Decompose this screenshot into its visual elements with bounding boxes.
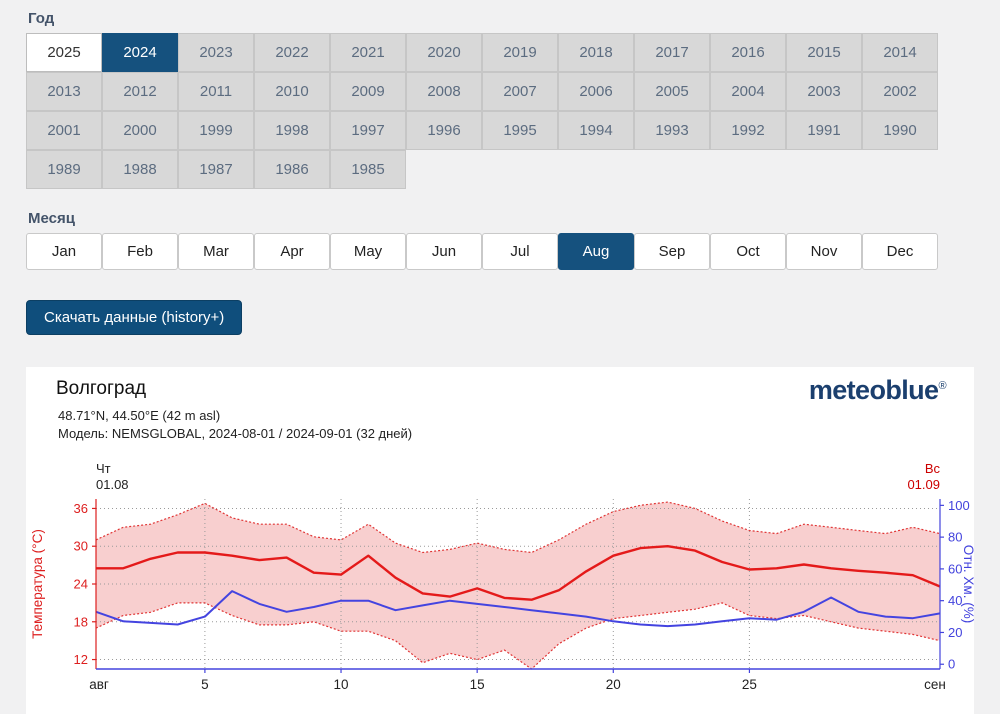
month-button-mar[interactable]: Mar <box>178 233 254 270</box>
chart-coordinates: 48.71°N, 44.50°E (42 m asl) <box>58 408 221 423</box>
month-button-feb[interactable]: Feb <box>102 233 178 270</box>
chart-model-info: Модель: NEMSGLOBAL, 2024-08-01 / 2024-09… <box>58 426 413 441</box>
year-button-1987[interactable]: 1987 <box>178 150 254 189</box>
year-button-2007[interactable]: 2007 <box>482 72 558 111</box>
month-picker-label: Месяц <box>28 210 75 227</box>
year-button-1996[interactable]: 1996 <box>406 111 482 150</box>
year-button-1986[interactable]: 1986 <box>254 150 330 189</box>
meteoblue-wordmark: meteoblue <box>808 375 939 405</box>
year-button-2005[interactable]: 2005 <box>634 72 710 111</box>
year-button-2013[interactable]: 2013 <box>26 72 102 111</box>
year-button-2025[interactable]: 2025 <box>26 33 102 72</box>
page: Год 2025 2024 2023 2022 2021 2020 2019 2018 2017… <box>0 0 1000 714</box>
right-tick-label: 40 <box>948 593 962 608</box>
left-tick-label: 30 <box>74 539 88 554</box>
year-grid: 2025 2024 2023 2022 2021 2020 2019 2018 2017 2016… <box>26 33 939 189</box>
year-button-2022[interactable]: 2022 <box>254 33 330 72</box>
download-data-button[interactable]: Скачать данные (history+) <box>26 300 243 335</box>
year-button-2002[interactable]: 2002 <box>862 72 938 111</box>
meteoblue-logo: meteoblue® <box>808 375 947 406</box>
year-button-1990[interactable]: 1990 <box>862 111 938 150</box>
left-tick-label: 18 <box>74 614 88 629</box>
chart-card: Волгоград 48.71°N, 44.50°E (42 m asl) Мо… <box>26 367 974 714</box>
year-button-1991[interactable]: 1991 <box>786 111 862 150</box>
right-axis-title: Отн. Хм. (%) <box>961 545 974 623</box>
right-tick-label: 100 <box>948 498 970 513</box>
left-tick-label: 36 <box>74 501 88 516</box>
chart-location-title: Волгоград <box>56 378 147 399</box>
temperature-range-band <box>96 502 940 669</box>
year-button-2003[interactable]: 2003 <box>786 72 862 111</box>
year-button-1995[interactable]: 1995 <box>482 111 558 150</box>
year-button-2011[interactable]: 2011 <box>178 72 254 111</box>
month-button-dec[interactable]: Dec <box>862 233 938 270</box>
x-tick-label: 20 <box>606 677 621 692</box>
year-button-2000[interactable]: 2000 <box>102 111 178 150</box>
month-button-jan[interactable]: Jan <box>26 233 102 270</box>
year-button-2017[interactable]: 2017 <box>634 33 710 72</box>
year-button-2024[interactable]: 2024 <box>102 33 178 72</box>
history-weather-chart: 12182430360204060801005 10 15 20 25авг сенЧт0… <box>30 461 974 692</box>
year-button-2015[interactable]: 2015 <box>786 33 862 72</box>
year-button-2012[interactable]: 2012 <box>102 72 178 111</box>
year-button-2023[interactable]: 2023 <box>178 33 254 72</box>
year-button-2019[interactable]: 2019 <box>482 33 558 72</box>
year-button-1985[interactable]: 1985 <box>330 150 406 189</box>
right-tick-label: 0 <box>948 657 955 672</box>
year-button-2006[interactable]: 2006 <box>558 72 634 111</box>
month-button-aug[interactable]: Aug <box>558 233 634 270</box>
month-button-jul[interactable]: Jul <box>482 233 558 270</box>
month-grid: Jan Feb Mar Apr May Jun Jul Aug Sep Oct Nov Dec <box>26 233 939 270</box>
month-button-jun[interactable]: Jun <box>406 233 482 270</box>
left-tick-label: 12 <box>74 652 88 667</box>
month-button-nov[interactable]: Nov <box>786 233 862 270</box>
x-tick-label: 25 <box>742 677 757 692</box>
left-tick-label: 24 <box>74 577 88 592</box>
year-button-2010[interactable]: 2010 <box>254 72 330 111</box>
year-button-2018[interactable]: 2018 <box>558 33 634 72</box>
year-button-2021[interactable]: 2021 <box>330 33 406 72</box>
x-tick-label: 15 <box>470 677 485 692</box>
year-button-1999[interactable]: 1999 <box>178 111 254 150</box>
x-end-label: сен <box>924 677 946 692</box>
start-weekday-label: Чт <box>96 461 111 476</box>
year-button-2004[interactable]: 2004 <box>710 72 786 111</box>
year-button-2016[interactable]: 2016 <box>710 33 786 72</box>
month-button-oct[interactable]: Oct <box>710 233 786 270</box>
month-button-apr[interactable]: Apr <box>254 233 330 270</box>
left-axis-title: Температура (°C) <box>30 529 45 639</box>
year-button-1989[interactable]: 1989 <box>26 150 102 189</box>
end-weekday-label: Вс <box>925 461 941 476</box>
year-button-1992[interactable]: 1992 <box>710 111 786 150</box>
start-date-label: 01.08 <box>96 477 129 492</box>
year-button-1993[interactable]: 1993 <box>634 111 710 150</box>
end-date-label: 01.09 <box>907 477 940 492</box>
month-button-sep[interactable]: Sep <box>634 233 710 270</box>
year-button-1988[interactable]: 1988 <box>102 150 178 189</box>
year-button-1994[interactable]: 1994 <box>558 111 634 150</box>
month-button-may[interactable]: May <box>330 233 406 270</box>
year-picker-label: Год <box>28 10 55 27</box>
registered-mark: ® <box>938 380 946 392</box>
year-button-2020[interactable]: 2020 <box>406 33 482 72</box>
right-tick-label: 80 <box>948 530 962 545</box>
x-start-label: авг <box>89 677 109 692</box>
year-button-2009[interactable]: 2009 <box>330 72 406 111</box>
right-tick-label: 60 <box>948 561 962 576</box>
x-tick-label: 5 <box>201 677 209 692</box>
right-tick-label: 20 <box>948 625 962 640</box>
x-tick-label: 10 <box>334 677 349 692</box>
year-button-1997[interactable]: 1997 <box>330 111 406 150</box>
year-button-2008[interactable]: 2008 <box>406 72 482 111</box>
year-button-1998[interactable]: 1998 <box>254 111 330 150</box>
year-button-2001[interactable]: 2001 <box>26 111 102 150</box>
year-button-2014[interactable]: 2014 <box>862 33 938 72</box>
